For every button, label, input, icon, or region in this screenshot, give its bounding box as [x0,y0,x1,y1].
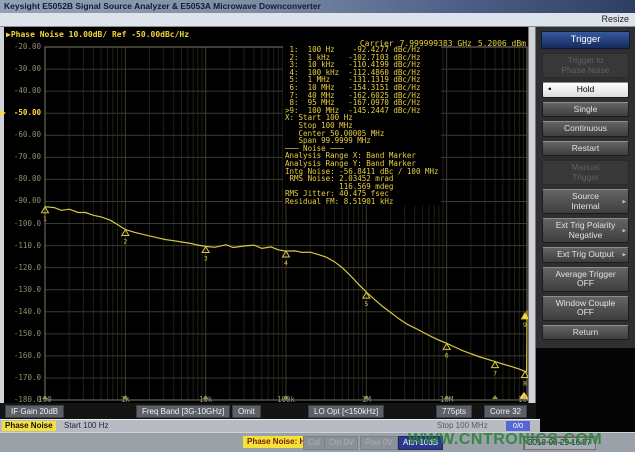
stop-frequency-label: Stop 100 MHz [437,421,488,430]
marker-7-label: 7 [493,370,497,378]
submenu-arrow-icon: ▸ [622,250,626,260]
menu-bar: Resize [0,13,635,27]
marker-4-label: 4 [284,259,288,267]
instrument-status-bar: Phase Noise: Hold Cal Ctrl 0V Pow 0V Att… [0,432,635,452]
y-tick-label: -20.00 [4,43,41,51]
measurement-settings-bar: IF Gain 20dB Freq Band [3G-10GHz] Omit L… [0,403,536,419]
softkey-label: Trigger [547,173,624,183]
y-tick-label: -80.00 [4,175,41,183]
softkey-label: Restart [572,143,599,153]
y-tick-label: -100.0 [4,220,41,228]
window-title: Keysight E5052B Signal Source Analyzer &… [4,1,321,11]
y-tick-label: -90.00 [4,197,41,205]
y-tick-label: -30.00 [4,65,41,73]
softkey-label: Return [573,327,599,337]
start-frequency-label: Start 100 Hz [64,421,108,430]
y-tick-label: -60.00 [4,131,41,139]
ref-level-arrow-icon [0,110,6,116]
softkey-label: Negative [547,231,624,241]
points-chip[interactable]: 775pts [436,405,472,418]
softkey-label: Single [574,104,598,114]
marker-readout-panel: 1: 100 Hz -92.4277 dBc/Hz 2: 1 kHz -102.… [283,46,441,205]
graph-sidebar-divider[interactable] [528,27,536,403]
y-tick-label: -150.0 [4,330,41,338]
softkey-label: Hold [577,84,594,94]
softkey-restart[interactable]: Restart [542,141,629,157]
y-tick-label: -130.0 [4,286,41,294]
y-tick-label: -110.0 [4,242,41,250]
average-counter-chip: 0/0 [506,421,530,431]
phase-noise-mode-chip[interactable]: Phase Noise [2,421,56,431]
submenu-arrow-icon: ▸ [622,226,626,236]
softkey-label: Source [572,191,599,201]
submenu-arrow-icon: ▸ [622,197,626,207]
omit-chip[interactable]: Omit [232,405,261,418]
menu-title: Trigger [541,31,630,49]
y-tick-label: -40.00 [4,87,41,95]
selected-bullet-icon: ● [548,85,552,95]
softkey-label: OFF [547,279,624,289]
softkey-average-trigger-off[interactable]: Average TriggerOFF [542,267,629,292]
softkey-menu-panel: Trigger Trigger toPhase Noise Hold ● Single… [536,27,635,348]
y-tick-label: -70.00 [4,153,41,161]
softkey-label: Ext Trig Polarity [556,220,616,230]
softkey-label: Ext Trig Output [557,249,614,259]
marker-9-label: 9 [523,321,527,329]
softkey-menu: Trigger Trigger toPhase Noise Hold ● Single… [536,27,635,432]
marker-6-label: 6 [445,351,449,359]
softkey-single[interactable]: Single [542,102,629,118]
softkey-label: Average Trigger [555,269,615,279]
marker-5-label: 5 [364,300,368,308]
phase-noise-plot: 1 2 3 4 5 6 7 8 9 [4,27,528,403]
softkey-continuous[interactable]: Continuous [542,121,629,137]
y-tick-label: -140.0 [4,308,41,316]
softkey-ext-trig-output[interactable]: Ext Trig Output ▸ [542,247,629,263]
marker-8-label: 8 [523,380,527,388]
softkey-source-internal[interactable]: SourceInternal▸ [542,189,629,214]
window-titlebar[interactable]: Keysight E5052B Signal Source Analyzer &… [0,0,635,13]
marker-2-label: 2 [123,237,127,245]
softkey-hold[interactable]: Hold ● [542,82,629,98]
y-tick-label: -170.0 [4,374,41,382]
softkey-label: Window Couple [556,298,616,308]
correlation-chip[interactable]: Corre 32 [484,405,527,418]
softkey-window-couple-off[interactable]: Window CoupleOFF [542,296,629,321]
marker-axis-icon [492,395,498,399]
resize-menu-item[interactable]: Resize [601,14,629,24]
softkey-ext-trig-polarity-negative[interactable]: Ext Trig PolarityNegative▸ [542,218,629,243]
ctrl-voltage-indicator: Ctrl 0V [324,436,358,450]
app-window: Keysight E5052B Signal Source Analyzer &… [0,0,635,452]
sweep-range-bar: Phase Noise Start 100 Hz Stop 100 MHz 0/… [0,419,540,432]
lo-opt-chip[interactable]: LO Opt [<150kHz] [308,405,384,418]
phase-noise-graph: ▶Phase Noise 10.00dB/ Ref -50.00dBc/Hz C… [4,27,528,403]
softkey-label: Internal [547,202,624,212]
y-tick-label: -160.0 [4,352,41,360]
softkey-label: OFF [547,308,624,318]
readout-line: Residual FM: 8.51901 kHz [285,198,439,206]
softkey-label: Phase Noise [547,66,624,76]
softkey-buttons: Trigger toPhase Noise Hold ● Single Continuo… [536,53,635,340]
if-gain-chip[interactable]: IF Gain 20dB [5,405,64,418]
freq-band-chip[interactable]: Freq Band [3G-10GHz] [136,405,230,418]
power-voltage-indicator: Pow 0V [360,436,398,450]
marker-3-label: 3 [204,254,208,262]
softkey-label: Continuous [564,123,607,133]
softkey-manual-trigger: ManualTrigger [542,160,629,185]
cal-indicator: Cal [303,436,325,450]
softkey-label: Trigger to [567,55,603,65]
datetime-display: 2018-06-29 16:57 [523,436,596,450]
attenuator-indicator: Attn 10dB [398,436,443,450]
y-tick-label: -50.00 [4,109,41,117]
softkey-trigger-to-phase-noise: Trigger toPhase Noise [542,53,629,78]
softkey-return[interactable]: Return [542,325,629,341]
softkey-label: Manual [572,162,600,172]
marker-1-label: 1 [43,215,47,223]
y-tick-label: -120.0 [4,264,41,272]
